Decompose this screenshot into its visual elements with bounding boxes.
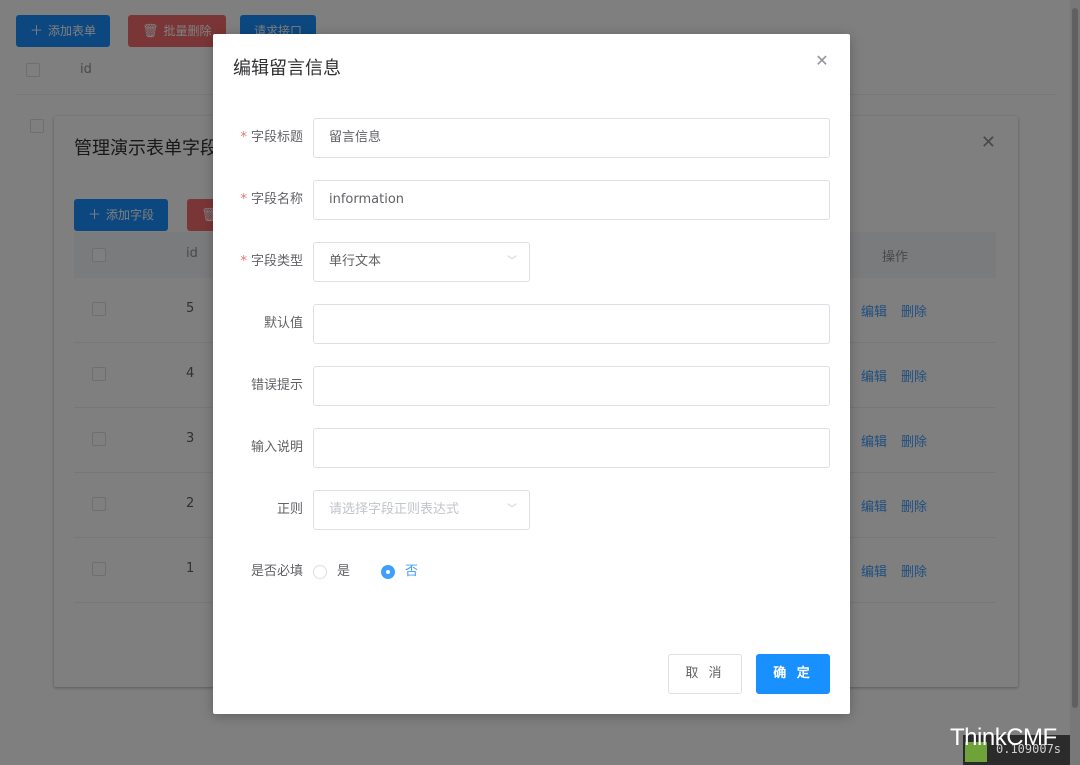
field-name-label: * 字段名称 xyxy=(240,192,303,207)
radio-circle-selected xyxy=(381,565,395,579)
input-desc-input[interactable] xyxy=(313,428,830,468)
input-desc-label: 输入说明 xyxy=(250,440,303,455)
radio-yes-label: 是 xyxy=(337,564,351,579)
close-icon[interactable]: ✕ xyxy=(811,50,833,72)
form-item-field-title: * 字段标题 留言信息 xyxy=(213,118,850,158)
required-asterisk: * xyxy=(240,130,247,145)
regex-select[interactable]: 请选择字段正则表达式 ﹀ xyxy=(313,490,530,530)
form-item-default-value: 默认值 xyxy=(213,304,850,344)
form-item-input-desc: 输入说明 xyxy=(213,428,850,468)
error-hint-input[interactable] xyxy=(313,366,830,406)
dialog-title: 编辑留言信息 xyxy=(233,58,341,79)
form-item-error-hint: 错误提示 xyxy=(213,366,850,406)
error-hint-label: 错误提示 xyxy=(250,378,303,393)
confirm-button[interactable]: 确 定 xyxy=(756,654,830,694)
regex-placeholder: 请选择字段正则表达式 xyxy=(329,502,460,517)
thinkcmf-logo-text: ThinkCMF xyxy=(950,724,1057,751)
field-type-value: 单行文本 xyxy=(329,254,382,269)
edit-message-dialog: 编辑留言信息 ✕ * 字段标题 留言信息 * 字段名称 information * 字… xyxy=(213,34,850,714)
radio-no-label: 否 xyxy=(405,564,419,579)
required-flag-label: 是否必填 xyxy=(250,564,303,579)
required-asterisk: * xyxy=(240,254,247,269)
required-asterisk: * xyxy=(240,192,247,207)
regex-label: 正则 xyxy=(276,502,303,517)
radio-circle xyxy=(313,565,327,579)
form-item-field-type: * 字段类型 单行文本 ﹀ xyxy=(213,242,850,282)
form-item-required-flag: 是否必填 是 否 xyxy=(213,552,850,592)
field-type-label: * 字段类型 xyxy=(240,254,303,269)
form-item-regex: 正则 请选择字段正则表达式 ﹀ xyxy=(213,490,850,530)
field-title-input[interactable]: 留言信息 xyxy=(313,118,830,158)
field-name-input[interactable]: information xyxy=(313,180,830,220)
field-type-select[interactable]: 单行文本 ﹀ xyxy=(313,242,530,282)
default-value-input[interactable] xyxy=(313,304,830,344)
cancel-button[interactable]: 取 消 xyxy=(668,654,742,694)
chevron-down-icon: ﹀ xyxy=(507,504,517,515)
chevron-down-icon: ﹀ xyxy=(507,256,517,267)
default-value-label: 默认值 xyxy=(263,316,303,331)
field-title-label: * 字段标题 xyxy=(240,130,303,145)
form-item-field-name: * 字段名称 information xyxy=(213,180,850,220)
